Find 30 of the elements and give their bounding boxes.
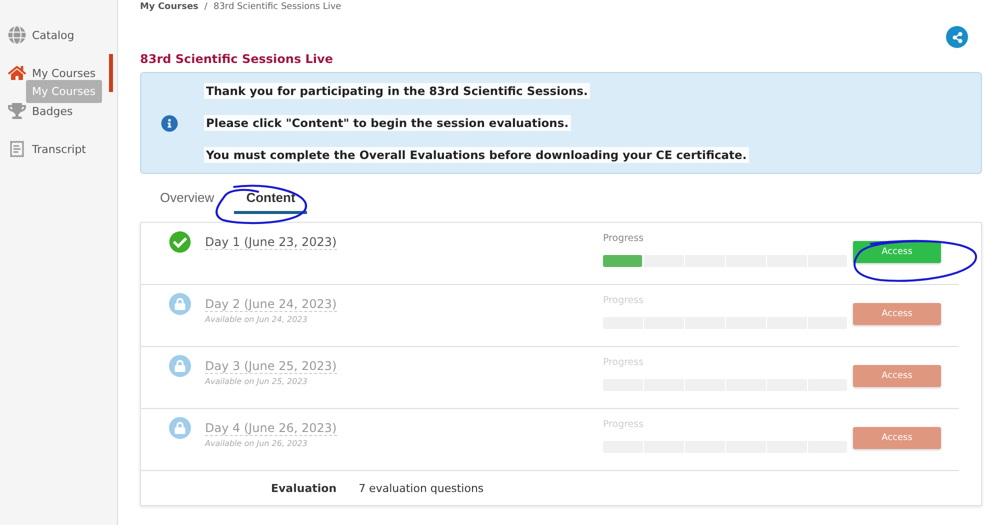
info-icon (161, 114, 178, 132)
availability-text: Available on Jun 24, 2023 (205, 315, 308, 324)
lock-icon (169, 355, 191, 377)
session-title[interactable]: Day 1 (June 23, 2023) (205, 235, 337, 250)
trophy-icon (8, 102, 26, 120)
course-title: 83rd Scientific Sessions Live (140, 52, 334, 66)
notice-text: Thank you for participating in the 83rd Scientific Sessions. (204, 83, 590, 99)
lock-icon (169, 417, 191, 439)
notice-text: You must complete the Overall Evaluations before downloading your CE certificate. (204, 147, 749, 163)
document-icon (8, 140, 26, 158)
breadcrumb-link[interactable]: My Courses (140, 2, 198, 16)
availability-text: Available on Jun 26, 2023 (205, 439, 308, 448)
home-icon (8, 64, 26, 82)
sidebar-item[interactable]: Transcript (0, 130, 113, 168)
breadcrumb-separator: / (204, 2, 208, 14)
share-icon (952, 32, 962, 42)
check-icon (169, 231, 191, 253)
breadcrumb-current: 83rd Scientific Sessions Live (213, 2, 342, 14)
availability-text: Available on Jun 25, 2023 (205, 377, 308, 386)
tab[interactable]: Overview (148, 188, 226, 214)
progress-label: Progress (603, 233, 645, 244)
lock-icon (169, 293, 191, 315)
evaluation-label: Evaluation (271, 482, 337, 494)
share-button[interactable] (946, 26, 968, 48)
tab[interactable]: Content (234, 188, 308, 214)
sidebar-item[interactable]: Catalog (0, 16, 113, 54)
notice-text: Please click "Content" to begin the session evaluations. (204, 115, 571, 131)
evaluation-detail: 7 evaluation questions (358, 482, 484, 494)
globe-icon (8, 26, 26, 44)
tooltip: My Courses (26, 80, 102, 103)
